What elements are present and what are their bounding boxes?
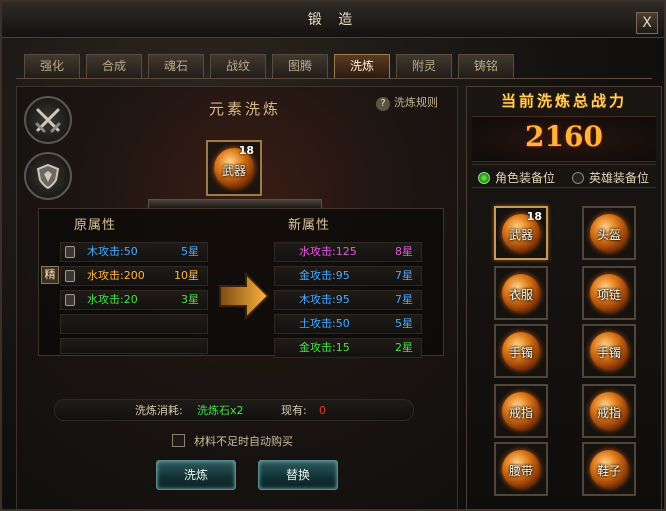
original-attr-header: 原属性 — [74, 218, 117, 233]
slot-label: 项链 — [596, 288, 621, 302]
radio-role-equip[interactable]: 角色装备位 — [478, 169, 555, 186]
refine-button[interactable]: 洗炼 — [156, 460, 236, 490]
attr-star: 7星 — [395, 269, 413, 282]
tab-battle-pattern[interactable]: 战纹 — [210, 54, 266, 78]
slot-level-badge: 18 — [526, 210, 542, 223]
refine-weapon-slot[interactable]: 武器 18 — [206, 140, 262, 196]
total-power-title: 当前洗炼总战力 — [500, 92, 627, 110]
attr-name: 木攻击:50 — [87, 245, 138, 258]
tab-refine[interactable]: 洗炼 — [334, 54, 390, 78]
slot-label: 手镯 — [508, 346, 533, 360]
slot-label: 头盔 — [596, 228, 621, 242]
new-attr-row: 木攻击:95 7星 — [274, 290, 422, 310]
close-button[interactable]: X — [636, 12, 658, 34]
lock-icon[interactable] — [65, 246, 75, 258]
equip-slot-belt[interactable]: 腰带 — [494, 442, 548, 496]
weapon-level-badge: 18 — [238, 144, 254, 157]
attr-name: 水攻击:200 — [87, 269, 145, 282]
have-label: 现有: — [281, 404, 307, 417]
tab-engrave[interactable]: 铸铭 — [458, 54, 514, 78]
have-value: 0 — [319, 404, 326, 417]
attr-star: 5星 — [181, 245, 199, 258]
slot-label: 腰带 — [508, 464, 533, 478]
original-attr-row[interactable]: 木攻击:50 5星 — [60, 242, 208, 262]
attr-name: 水攻击:125 — [299, 245, 357, 258]
weapon-slot-label: 武器 — [221, 164, 246, 178]
new-attr-row: 金攻击:15 2星 — [274, 338, 422, 358]
new-attr-header: 新属性 — [288, 218, 331, 233]
tab-totem[interactable]: 图腾 — [272, 54, 328, 78]
equip-slot-necklace[interactable]: 项链 — [582, 266, 636, 320]
replace-button[interactable]: 替换 — [258, 460, 338, 490]
radio-hero-equip[interactable]: 英雄装备位 — [572, 169, 649, 186]
refine-lock-button[interactable]: 精 — [41, 266, 59, 284]
slot-label: 鞋子 — [596, 464, 621, 478]
attr-star: 8星 — [395, 245, 413, 258]
original-attr-row[interactable]: 水攻击:20 3星 — [60, 290, 208, 310]
attr-name: 土攻击:50 — [299, 317, 350, 330]
equip-slot-helmet[interactable]: 头盔 — [582, 206, 636, 260]
lock-icon[interactable] — [65, 270, 75, 282]
lock-icon[interactable] — [65, 294, 75, 306]
auto-buy-checkbox[interactable] — [172, 434, 185, 447]
original-attr-row[interactable]: 水攻击:200 10星 — [60, 266, 208, 286]
slot-label: 衣服 — [508, 288, 533, 302]
slot-label: 手镯 — [596, 346, 621, 360]
tab-divider — [16, 78, 652, 79]
slot-label: 戒指 — [508, 406, 533, 420]
radio-unselected-icon — [572, 172, 584, 184]
slot-label: 戒指 — [596, 406, 621, 420]
shield-icon[interactable] — [24, 152, 72, 200]
equip-slot-bracelet-right[interactable]: 手镯 — [582, 324, 636, 378]
slot-label: 武器 — [508, 228, 533, 242]
radio-hero-label: 英雄装备位 — [589, 171, 650, 185]
arrow-right-icon — [219, 271, 270, 321]
refine-rules-link[interactable]: ? 洗炼规则 — [376, 94, 438, 112]
attr-star: 7星 — [395, 293, 413, 306]
window-title: 锻 造 — [307, 12, 359, 28]
auto-buy-label: 材料不足时自动购买 — [194, 435, 293, 448]
attr-name: 金攻击:15 — [299, 341, 350, 354]
crossed-swords-icon[interactable] — [24, 96, 72, 144]
help-icon: ? — [376, 97, 390, 111]
equip-slot-armor[interactable]: 衣服 — [494, 266, 548, 320]
tab-strengthen[interactable]: 强化 — [24, 54, 80, 78]
tab-soulstone[interactable]: 魂石 — [148, 54, 204, 78]
radio-selected-icon — [478, 172, 490, 184]
new-attr-row: 金攻击:95 7星 — [274, 266, 422, 286]
tab-enchant[interactable]: 附灵 — [396, 54, 452, 78]
equip-slot-weapon[interactable]: 武器 18 — [494, 206, 548, 260]
attr-name: 水攻击:20 — [87, 293, 138, 306]
forge-window: 锻 造 X 强化 合成 魂石 战纹 图腾 洗炼 附灵 铸铭 元素洗炼 ? 洗炼规则… — [0, 0, 666, 511]
empty-attr-row — [60, 314, 208, 334]
total-power-value: 2160 — [525, 120, 603, 153]
equip-slot-boots[interactable]: 鞋子 — [582, 442, 636, 496]
attr-star: 3星 — [181, 293, 199, 306]
section-title: 元素洗炼 — [208, 100, 281, 118]
equip-slot-bracelet-left[interactable]: 手镯 — [494, 324, 548, 378]
attr-star: 5星 — [395, 317, 413, 330]
cost-bar: 洗炼消耗: 洗炼石x2 现有: 0 — [54, 399, 414, 421]
radio-role-label: 角色装备位 — [495, 171, 556, 185]
empty-attr-row — [60, 338, 208, 354]
tab-synthesize[interactable]: 合成 — [86, 54, 142, 78]
equip-slot-ring-left[interactable]: 戒指 — [494, 384, 548, 438]
attr-name: 金攻击:95 — [299, 269, 350, 282]
new-attr-row: 土攻击:50 5星 — [274, 314, 422, 334]
help-label: 洗炼规则 — [394, 96, 438, 109]
attr-star: 2星 — [395, 341, 413, 354]
new-attr-row: 水攻击:125 8星 — [274, 242, 422, 262]
attr-star: 10星 — [174, 269, 199, 282]
equip-slot-ring-right[interactable]: 戒指 — [582, 384, 636, 438]
cost-item: 洗炼石x2 — [197, 404, 244, 417]
cost-label: 洗炼消耗: — [135, 404, 183, 417]
attr-name: 木攻击:95 — [299, 293, 350, 306]
